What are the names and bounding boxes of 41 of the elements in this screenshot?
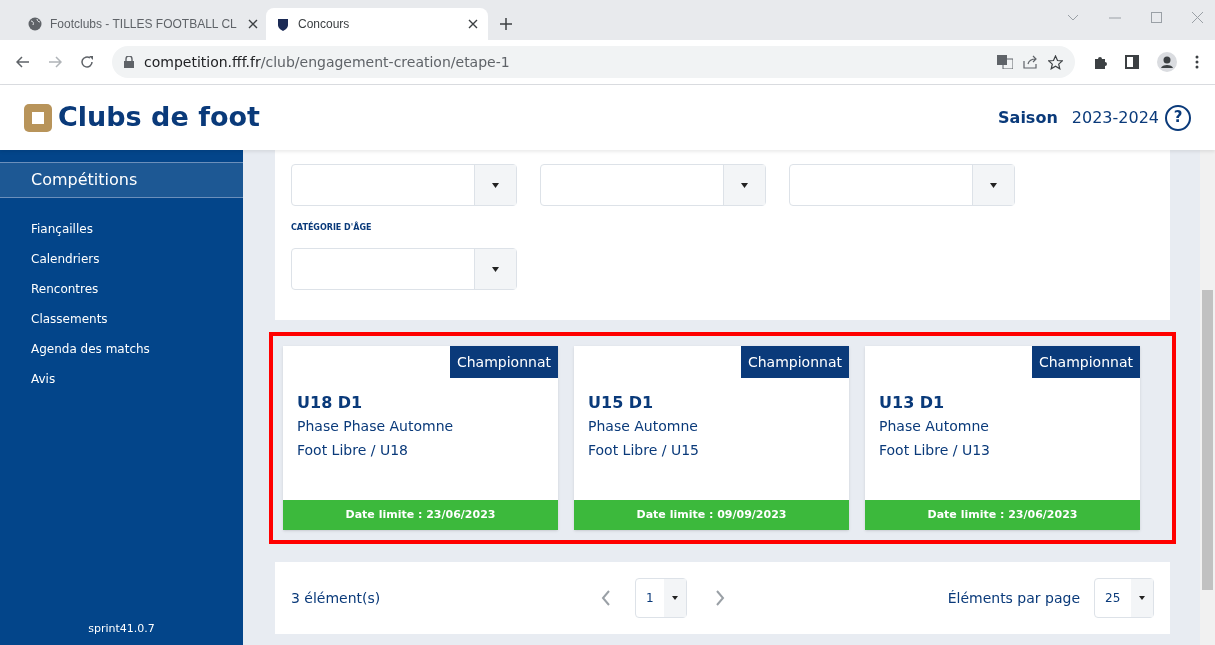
season-label: Saison [998,106,1058,129]
browser-tab[interactable]: Footclubs - TILLES FOOTBALL CL [20,8,266,40]
per-page-select[interactable]: 25 [1094,578,1154,618]
browser-tab[interactable]: Concours [266,8,488,40]
field-label: CATÉGORIE D'ÂGE [291,222,373,234]
logo-text: Clubs de foot [58,100,260,135]
sidebar-item[interactable]: Avis [31,370,243,389]
category-badge: Championnat [740,346,849,378]
help-button[interactable]: ? [1165,104,1191,131]
competition-card[interactable]: Championnat U13 D1 Phase Automne Foot Libre / U13 Date limite : 23/06/2023 [865,346,1140,530]
card-phase: Phase Automne [588,417,699,436]
competition-card[interactable]: Championnat U15 D1 Phase Automne Foot Libre / U15 Date limite : 09/09/2023 [574,346,849,530]
tab-title: Footclubs - TILLES FOOTBALL CL [50,16,238,33]
sidebar-item[interactable]: Agenda des matchs [31,340,243,359]
address-bar[interactable]: competition.fff.fr/club/engagement-creation/etape-1 [112,46,1075,78]
competition-card[interactable]: Championnat U18 D1 Phase Phase Automne Foot Libre / U18 Date limite : 23/06/2023 [283,346,558,530]
per-page-label: Éléments par page [947,588,1080,608]
sidebar-item[interactable]: Fiançailles [31,220,243,239]
deadline-bar: Date limite : 23/06/2023 [865,500,1140,530]
card-phase: Phase Automne [879,417,990,436]
card-category: Foot Libre / U13 [879,441,991,460]
card-phase: Phase Phase Automne [297,417,455,436]
card-title: U15 D1 [588,392,655,414]
card-title: U13 D1 [879,392,946,414]
season-value: 2023-2024 [1071,106,1159,129]
deadline-bar: Date limite : 23/06/2023 [283,500,558,530]
sidebar-item[interactable]: Classements [31,310,243,329]
card-category: Foot Libre / U15 [588,441,700,460]
sidebar-section[interactable]: Compétitions [0,162,243,198]
item-count: 3 élément(s) [291,588,382,608]
card-category: Foot Libre / U18 [297,441,409,460]
page-select[interactable]: 1 [635,578,687,618]
tab-title: Concours [298,16,351,33]
card-title: U18 D1 [297,392,364,414]
deadline-bar: Date limite : 09/09/2023 [574,500,849,530]
version-text: sprint41.0.7 [87,620,156,637]
category-badge: Championnat [449,346,558,378]
sidebar-item[interactable]: Calendriers [31,250,243,269]
url-text: competition.fff.fr/club/engagement-creation/etape-1 [144,52,511,72]
sidebar-item[interactable]: Rencontres [31,280,243,299]
category-badge: Championnat [1031,346,1140,378]
